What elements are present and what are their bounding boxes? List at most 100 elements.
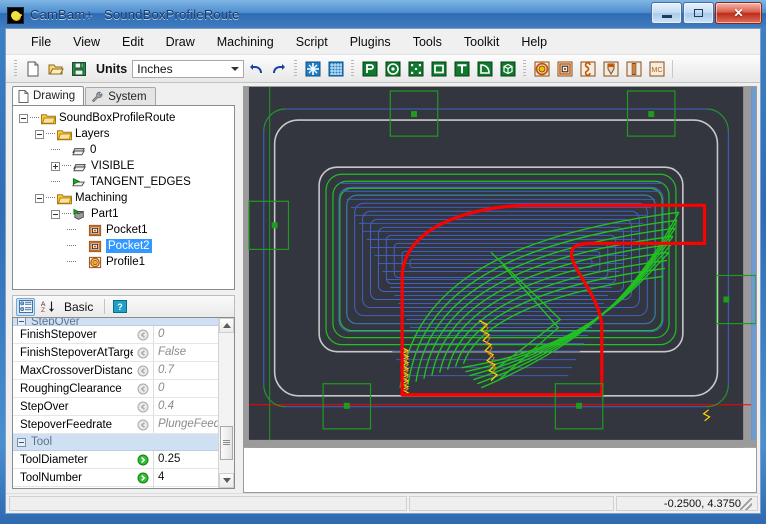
tree-node-layer-0[interactable]: 0 (17, 142, 234, 158)
tree-node-layers[interactable]: Layers (17, 126, 234, 142)
expander-collapse-icon[interactable] (35, 129, 44, 139)
toolbar-grip[interactable] (14, 60, 17, 77)
tree-node-part1[interactable]: Part1 (17, 206, 234, 222)
machining-engrave-button[interactable] (577, 58, 598, 79)
menu-toolkit[interactable]: Toolkit (453, 32, 510, 52)
undo-button[interactable] (245, 58, 266, 79)
tree-node-soundboxprofileroute[interactable]: SoundBoxProfileRoute (17, 110, 234, 126)
property-grid[interactable]: StepOver FinishStepover 0 FinishStepover… (12, 317, 235, 489)
tree-node-profile1[interactable]: Profile1 (17, 254, 234, 270)
group-collapse-icon[interactable] (17, 318, 26, 325)
property-row[interactable]: StepoverFeedrate PlungeFeedrat (13, 416, 218, 434)
menu-edit[interactable]: Edit (111, 32, 155, 52)
new-file-button[interactable] (22, 58, 43, 79)
group-collapse-icon[interactable] (17, 437, 26, 447)
property-row[interactable]: MaxCrossoverDistanc 0.7 (13, 362, 218, 380)
menu-view[interactable]: View (62, 32, 111, 52)
property-row[interactable]: RoughingClearance 0 (13, 380, 218, 398)
cut-path-button[interactable] (623, 58, 644, 79)
property-value[interactable]: PlungeFeedrat (153, 416, 218, 433)
menu-tools[interactable]: Tools (402, 32, 453, 52)
property-bullet-grey-icon[interactable] (133, 401, 153, 413)
property-bullet-grey-icon[interactable] (133, 329, 153, 341)
property-group-tool[interactable]: Tool (13, 434, 218, 451)
save-file-button[interactable] (68, 58, 89, 79)
alphabetical-sort-button[interactable]: A Z (38, 298, 57, 316)
minimize-button[interactable] (651, 2, 682, 24)
maximize-button[interactable] (683, 2, 714, 24)
property-row[interactable]: ToolProfile Unspecified (13, 487, 218, 488)
snap-button[interactable] (302, 58, 323, 79)
tree-node-pocket1[interactable]: Pocket1 (17, 222, 234, 238)
redo-button[interactable] (268, 58, 289, 79)
menu-help[interactable]: Help (510, 32, 558, 52)
property-bullet-green-icon[interactable] (133, 454, 153, 466)
scroll-up-button[interactable] (219, 318, 234, 333)
close-button[interactable]: ✕ (715, 2, 762, 24)
machining-pocket-button[interactable] (554, 58, 575, 79)
property-help-button[interactable]: ? (110, 298, 129, 316)
menu-script[interactable]: Script (285, 32, 339, 52)
menu-machining[interactable]: Machining (206, 32, 285, 52)
expander-collapse-icon[interactable] (51, 209, 60, 219)
resize-grip-icon[interactable] (740, 498, 752, 510)
menu-draw[interactable]: Draw (155, 32, 206, 52)
draw-text-button[interactable] (451, 58, 472, 79)
property-value[interactable]: 0.25 (153, 451, 218, 468)
property-value[interactable]: False (153, 344, 218, 361)
machining-drill-button[interactable] (600, 58, 621, 79)
toolbar-grip-3[interactable] (351, 60, 355, 77)
scroll-down-button[interactable] (219, 473, 234, 488)
menu-file[interactable]: File (20, 32, 62, 52)
property-value[interactable]: 0 (153, 380, 218, 397)
property-value[interactable]: 4 (153, 469, 218, 486)
draw-surface-button[interactable] (497, 58, 518, 79)
scrollbar-thumb[interactable] (220, 426, 233, 460)
open-file-button[interactable] (45, 58, 66, 79)
draw-arc-button[interactable] (474, 58, 495, 79)
tab-drawing[interactable]: Drawing (12, 86, 85, 105)
mcode-button[interactable]: MC (646, 58, 667, 79)
tree-node-layer-visible[interactable]: VISIBLE (17, 158, 234, 174)
property-row[interactable]: ToolDiameter 0.25 (13, 451, 218, 469)
cad-viewport[interactable] (243, 86, 757, 493)
categorized-view-button[interactable] (16, 297, 35, 316)
machining-profile-button[interactable] (531, 58, 552, 79)
property-row[interactable]: FinishStepover 0 (13, 326, 218, 344)
tree-node-machining[interactable]: Machining (17, 190, 234, 206)
expander-collapse-icon[interactable] (19, 113, 28, 123)
property-bullet-grey-icon[interactable] (133, 347, 153, 359)
toolbar-grip-4[interactable] (523, 60, 527, 77)
property-bullet-green-icon[interactable] (133, 472, 153, 484)
property-row[interactable]: ToolNumber 4 (13, 469, 218, 487)
tree-node-pocket2[interactable]: Pocket2 (17, 238, 234, 254)
draw-circle-button[interactable] (382, 58, 403, 79)
draw-points-button[interactable] (405, 58, 426, 79)
units-combobox[interactable]: Inches (132, 59, 245, 78)
grid-button[interactable] (325, 58, 346, 79)
folder-icon (57, 193, 72, 204)
property-view-mode-label[interactable]: Basic (64, 300, 93, 314)
tree-label: Profile1 (106, 256, 145, 268)
property-row[interactable]: FinishStepoverAtTarge False (13, 344, 218, 362)
expander-expand-icon[interactable] (51, 161, 60, 171)
property-value[interactable]: 0 (153, 326, 218, 343)
draw-rectangle-button[interactable] (428, 58, 449, 79)
draw-polyline-button[interactable] (359, 58, 380, 79)
menu-plugins[interactable]: Plugins (339, 32, 402, 52)
property-value[interactable]: 0.4 (153, 398, 218, 415)
property-group-clipped[interactable]: StepOver (13, 318, 218, 326)
property-bullet-grey-icon[interactable] (133, 383, 153, 395)
property-bullet-grey-icon[interactable] (133, 365, 153, 377)
property-value[interactable]: 0.7 (153, 362, 218, 379)
drawing-tree[interactable]: SoundBoxProfileRoute Layers 0 VISIBLE TA… (12, 105, 235, 290)
tree-node-layer-tangent-edges[interactable]: TANGENT_EDGES (17, 174, 234, 190)
tab-system[interactable]: System (85, 87, 156, 105)
property-row[interactable]: StepOver 0.4 (13, 398, 218, 416)
status-secondary (409, 496, 614, 511)
toolbar-grip-2[interactable] (294, 60, 298, 77)
property-bullet-grey-icon[interactable] (133, 419, 153, 431)
expander-collapse-icon[interactable] (35, 193, 44, 203)
property-value[interactable]: Unspecified (153, 487, 218, 488)
property-grid-scrollbar[interactable] (218, 318, 234, 488)
